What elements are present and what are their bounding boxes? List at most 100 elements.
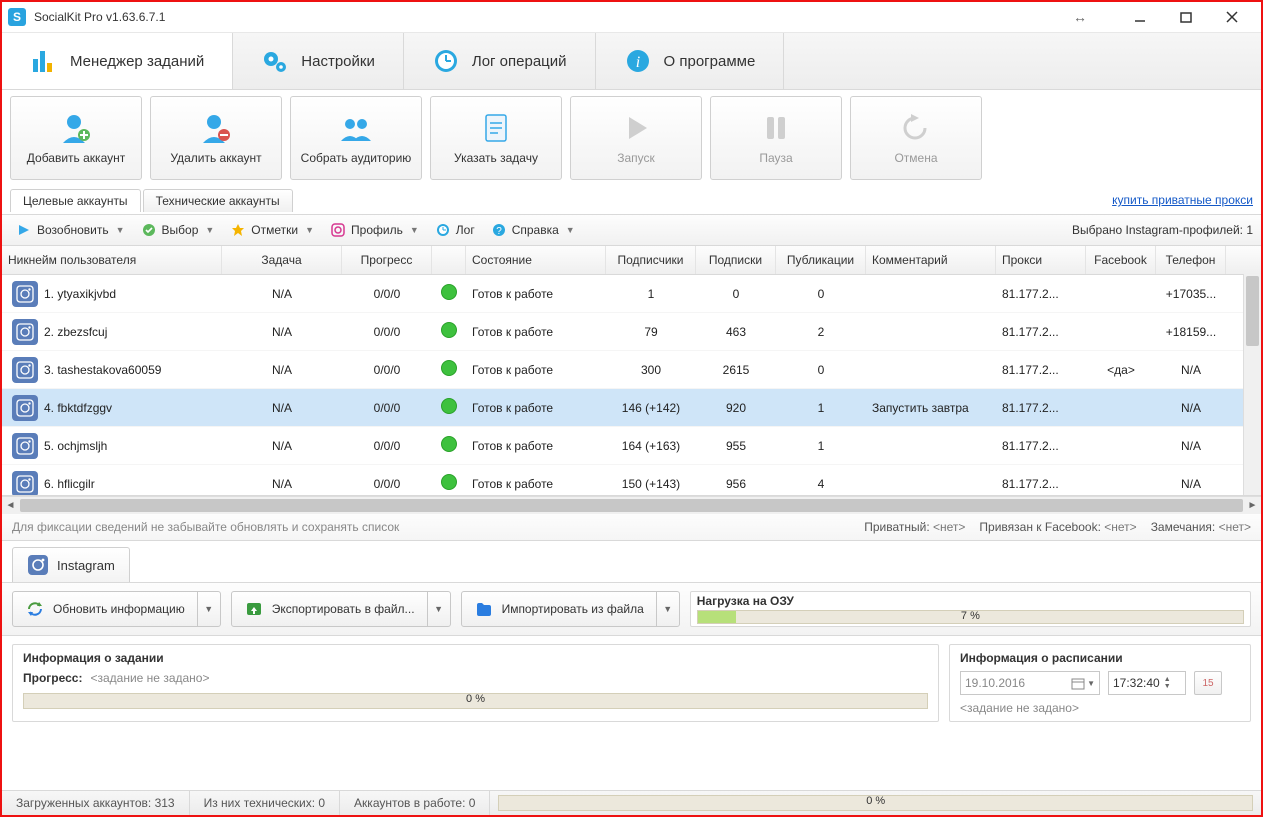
- instagram-row-icon: [12, 319, 38, 345]
- tab-task-manager[interactable]: Менеджер заданий: [2, 33, 233, 89]
- minimize-button[interactable]: [1117, 2, 1163, 32]
- button-label: Указать задачу: [454, 151, 538, 165]
- col-posts[interactable]: Публикации: [776, 246, 866, 274]
- tab-target-accounts[interactable]: Целевые аккаунты: [10, 189, 141, 212]
- cell-nickname: 6. hflicgilr: [44, 477, 95, 491]
- ram-progressbar: 7 %: [697, 610, 1244, 624]
- horizontal-scrollbar[interactable]: ◄►: [2, 496, 1261, 514]
- tab-label: Instagram: [57, 558, 115, 573]
- button-label: Отмена: [894, 151, 937, 165]
- table-row[interactable]: 4. fbktdfzggvN/A0/0/0Готов к работе146 (…: [2, 389, 1261, 427]
- tab-log[interactable]: Лог операций: [404, 33, 596, 89]
- cell-posts: 0: [776, 363, 866, 377]
- start-button[interactable]: Запуск: [570, 96, 702, 180]
- instagram-row-icon: [12, 357, 38, 383]
- add-account-button[interactable]: Добавить аккаунт: [10, 96, 142, 180]
- instagram-row-icon: [12, 433, 38, 459]
- dropdown-arrow-icon[interactable]: ▼: [197, 592, 220, 626]
- ram-percent-label: 7 %: [698, 610, 1243, 622]
- cell-nickname: 4. fbktdfzggv: [44, 401, 112, 415]
- panel-title: Информация о расписании: [960, 651, 1240, 665]
- tab-settings[interactable]: Настройки: [233, 33, 404, 89]
- col-status-dot[interactable]: [432, 246, 466, 274]
- gather-audience-button[interactable]: Собрать аудиторию: [290, 96, 422, 180]
- cell-state: Готов к работе: [466, 401, 606, 415]
- cell-proxy: 81.177.2...: [996, 363, 1086, 377]
- col-subscribers[interactable]: Подписчики: [606, 246, 696, 274]
- status-dot-icon: [441, 474, 457, 490]
- resume-menu[interactable]: Возобновить▼: [10, 220, 131, 240]
- cell-state: Готов к работе: [466, 363, 606, 377]
- cell-nickname: 2. zbezsfcuj: [44, 325, 107, 339]
- profile-tabs: Instagram: [2, 541, 1261, 582]
- cell-posts: 1: [776, 401, 866, 415]
- calendar-15-button[interactable]: 15: [1194, 671, 1222, 695]
- clock-icon: [432, 47, 460, 75]
- maximize-button[interactable]: [1163, 2, 1209, 32]
- app-window: { "window": { "title": "SocialKit Pro v1…: [0, 0, 1263, 817]
- table-row[interactable]: 2. zbezsfcujN/A0/0/0Готов к работе794632…: [2, 313, 1261, 351]
- resize-arrows-icon[interactable]: ↔: [1073, 9, 1087, 25]
- instagram-icon: [27, 554, 49, 576]
- cell-facebook: <да>: [1086, 363, 1156, 377]
- cell-comment: Запустить завтра: [866, 401, 996, 415]
- tab-label: Лог операций: [472, 53, 567, 70]
- export-button[interactable]: Экспортировать в файл... ▼: [231, 591, 451, 627]
- profile-menu[interactable]: Профиль▼: [324, 220, 425, 240]
- tab-about[interactable]: i О программе: [596, 33, 785, 89]
- big-toolbar: Добавить аккаунт Удалить аккаунт Собрать…: [2, 90, 1261, 186]
- cell-status-dot: [432, 360, 466, 379]
- spinner-icon[interactable]: ▲▼: [1164, 676, 1171, 690]
- col-proxy[interactable]: Прокси: [996, 246, 1086, 274]
- calendar-icon: [1071, 676, 1085, 690]
- cell-follows: 920: [696, 401, 776, 415]
- import-button[interactable]: Импортировать из файла ▼: [461, 591, 680, 627]
- buy-proxy-link[interactable]: купить приватные прокси: [1112, 193, 1253, 207]
- col-comment[interactable]: Комментарий: [866, 246, 996, 274]
- ram-load-panel: Нагрузка на ОЗУ 7 %: [690, 591, 1251, 627]
- pause-button[interactable]: Пауза: [710, 96, 842, 180]
- date-picker[interactable]: 19.10.2016 ▼: [960, 671, 1100, 695]
- dropdown-arrow-icon[interactable]: ▼: [656, 592, 679, 626]
- select-menu[interactable]: Выбор▼: [135, 220, 221, 240]
- col-nickname[interactable]: Никнейм пользователя: [2, 246, 222, 274]
- col-state[interactable]: Состояние: [466, 246, 606, 274]
- time-picker[interactable]: 17:32:40 ▲▼: [1108, 671, 1186, 695]
- vertical-scrollbar[interactable]: [1243, 274, 1261, 495]
- table-row[interactable]: 6. hflicgilrN/A0/0/0Готов к работе150 (+…: [2, 465, 1261, 495]
- cell-follows: 0: [696, 287, 776, 301]
- cell-task: N/A: [222, 477, 342, 491]
- cell-phone: N/A: [1156, 439, 1226, 453]
- cancel-button[interactable]: Отмена: [850, 96, 982, 180]
- log-menu[interactable]: Лог: [429, 220, 481, 240]
- play-icon: [619, 111, 653, 145]
- help-menu[interactable]: ?Справка▼: [485, 220, 581, 240]
- marks-menu[interactable]: Отметки▼: [224, 220, 320, 240]
- cell-status-dot: [432, 398, 466, 417]
- instagram-tab[interactable]: Instagram: [12, 547, 130, 582]
- col-phone[interactable]: Телефон: [1156, 246, 1226, 274]
- table-row[interactable]: 1. ytyaxikjvbdN/A0/0/0Готов к работе1008…: [2, 275, 1261, 313]
- close-button[interactable]: [1209, 2, 1255, 32]
- dropdown-arrow-icon[interactable]: ▼: [427, 592, 450, 626]
- schedule-state: <задание не задано>: [960, 701, 1079, 715]
- col-follows[interactable]: Подписки: [696, 246, 776, 274]
- col-task[interactable]: Задача: [222, 246, 342, 274]
- delete-account-button[interactable]: Удалить аккаунт: [150, 96, 282, 180]
- table-body: 1. ytyaxikjvbdN/A0/0/0Готов к работе1008…: [2, 275, 1261, 495]
- col-facebook[interactable]: Facebook: [1086, 246, 1156, 274]
- clock-small-icon: [435, 222, 451, 238]
- date-value: 19.10.2016: [965, 676, 1025, 690]
- progress-value: <задание не задано>: [90, 671, 209, 685]
- status-dot-icon: [441, 398, 457, 414]
- set-task-button[interactable]: Указать задачу: [430, 96, 562, 180]
- table-row[interactable]: 5. ochjmsljhN/A0/0/0Готов к работе164 (+…: [2, 427, 1261, 465]
- pause-icon: [759, 111, 793, 145]
- col-progress[interactable]: Прогресс: [342, 246, 432, 274]
- tab-tech-accounts[interactable]: Технические аккаунты: [143, 189, 293, 212]
- notes-flag: Замечания: <нет>: [1151, 520, 1251, 534]
- cell-proxy: 81.177.2...: [996, 287, 1086, 301]
- table-row[interactable]: 3. tashestakova60059N/A0/0/0Готов к рабо…: [2, 351, 1261, 389]
- refresh-info-button[interactable]: Обновить информацию ▼: [12, 591, 221, 627]
- button-label: Экспортировать в файл...: [272, 602, 415, 616]
